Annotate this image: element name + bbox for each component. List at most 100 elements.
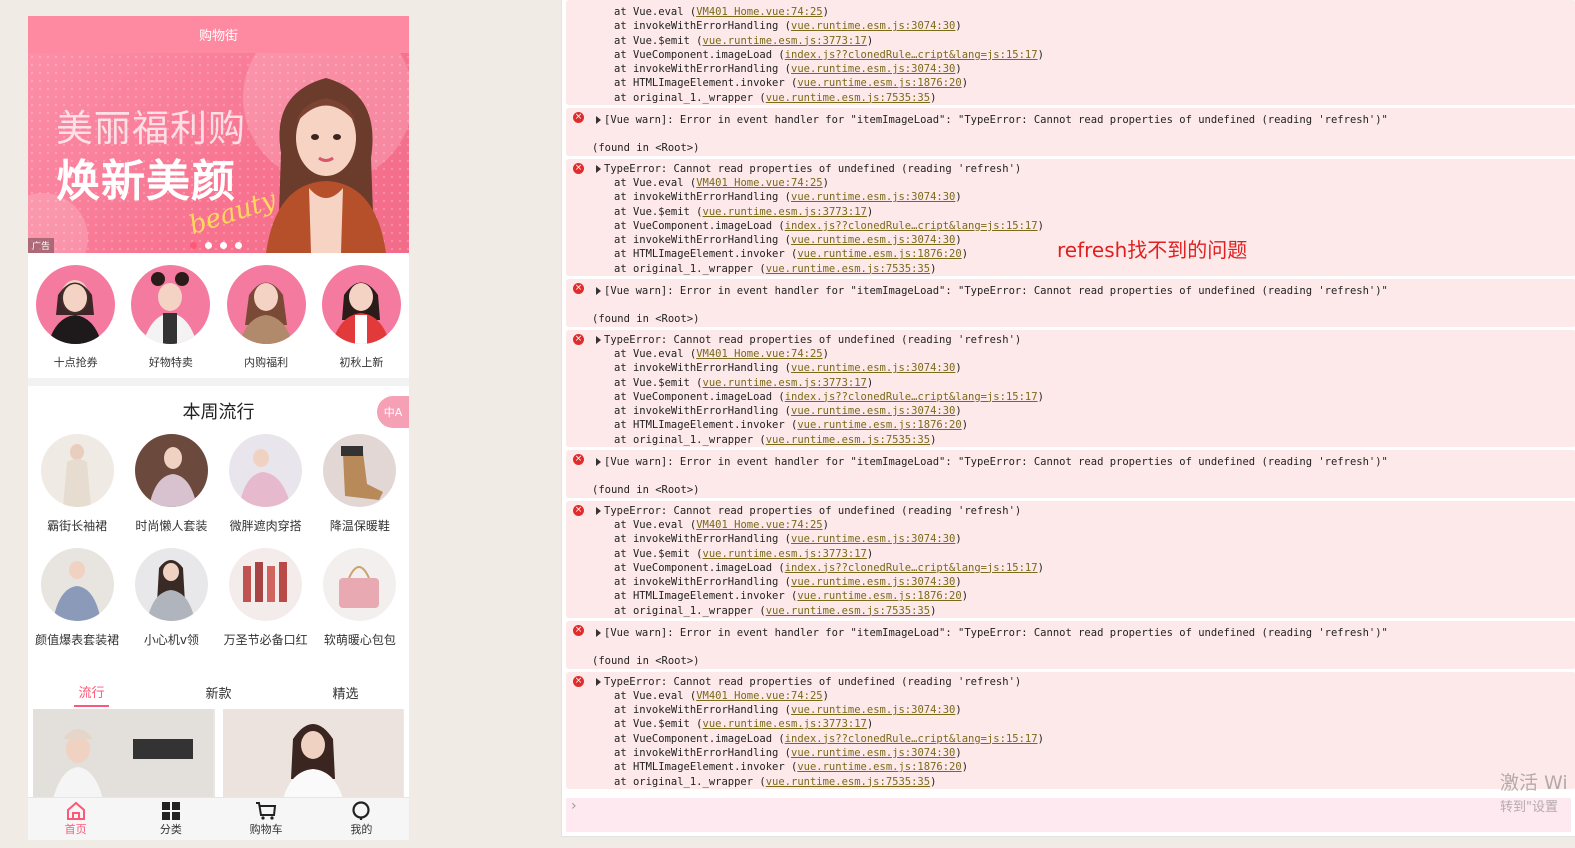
feature-item[interactable]: 万圣节必备口红 <box>219 542 313 648</box>
source-link[interactable]: vue.runtime.esm.js:7535:35 <box>766 434 930 446</box>
source-link[interactable]: vue.runtime.esm.js:3074:30 <box>791 362 955 374</box>
source-link[interactable]: vue.runtime.esm.js:3074:30 <box>791 747 955 759</box>
source-link[interactable]: vue.runtime.esm.js:3074:30 <box>791 20 955 32</box>
source-link[interactable]: vue.runtime.esm.js:7535:35 <box>766 605 930 617</box>
source-link[interactable]: vue.runtime.esm.js:3773:17 <box>703 377 867 389</box>
source-link[interactable]: index.js??clonedRule…cript&lang=js:15:17 <box>785 733 1038 745</box>
tab-sell[interactable]: 精选 <box>328 679 362 706</box>
source-link[interactable]: vue.runtime.esm.js:3773:17 <box>703 35 867 47</box>
nav-title: 购物街 <box>198 29 238 44</box>
source-link[interactable]: index.js??clonedRule…cript&lang=js:15:17 <box>785 49 1038 61</box>
expand-triangle-icon[interactable] <box>596 506 601 515</box>
source-link[interactable]: vue.runtime.esm.js:7535:35 <box>766 92 930 104</box>
banner-model-image <box>266 78 386 253</box>
source-link[interactable]: vue.runtime.esm.js:3773:17 <box>703 206 867 218</box>
source-link[interactable]: VM401 Home.vue:74:25 <box>696 690 822 702</box>
recommend-list: 十点抢券 好物特卖 内购福利 初秋上新 <box>28 253 409 386</box>
source-link[interactable]: vue.runtime.esm.js:1876:20 <box>797 590 961 602</box>
source-link[interactable]: vue.runtime.esm.js:3074:30 <box>791 576 955 588</box>
expand-triangle-icon[interactable] <box>596 458 601 467</box>
tabbar-profile[interactable]: 我的 <box>331 798 391 840</box>
console-warn-message[interactable]: × [Vue warn]: Error in event handler for … <box>566 108 1575 156</box>
source-link[interactable]: vue.runtime.esm.js:3074:30 <box>791 533 955 545</box>
expand-triangle-icon[interactable] <box>596 116 601 125</box>
error-icon: × <box>573 283 584 295</box>
recommend-image <box>131 265 211 344</box>
feature-item[interactable]: 霸街长袖裙 <box>30 428 124 534</box>
expand-triangle-icon[interactable] <box>596 164 601 173</box>
tab-pop[interactable]: 流行 <box>74 678 109 707</box>
feature-item[interactable]: 降温保暖鞋 <box>313 428 407 534</box>
recommend-image <box>321 265 401 344</box>
console-warn-message[interactable]: × [Vue warn]: Error in event handler for … <box>566 620 1575 669</box>
source-link[interactable]: index.js??clonedRule…cript&lang=js:15:17 <box>785 391 1038 403</box>
feature-item[interactable]: 微胖遮肉穿搭 <box>219 428 313 534</box>
source-link[interactable]: VM401 Home.vue:74:25 <box>696 348 822 360</box>
feature-item[interactable]: 小心机v领 <box>124 542 218 648</box>
stack-frame: at Vue.eval (VM401 Home.vue:74:25) <box>614 176 829 189</box>
banner-swiper[interactable]: 美丽福利购 焕新美颜 beauty 广告 <box>28 53 409 253</box>
stack-frame: at original_1._wrapper (vue.runtime.esm.… <box>614 775 937 788</box>
stack-frame: at VueComponent.imageLoad (index.js??clo… <box>614 219 1044 232</box>
source-link[interactable]: vue.runtime.esm.js:3074:30 <box>791 234 955 246</box>
feature-grid: 霸街长袖裙 时尚懒人套装 微胖遮肉穿搭 降温保暖鞋 颜值爆表套装裙 小心机v领 <box>28 428 409 648</box>
error-icon: × <box>573 162 584 174</box>
console-error-message[interactable]: × TypeError: Cannot read properties of un… <box>566 500 1575 618</box>
banner-line1: 美丽福利购 <box>56 107 246 150</box>
tabbar-home[interactable]: 首页 <box>46 798 106 840</box>
source-link[interactable]: index.js??clonedRule…cript&lang=js:15:17 <box>785 220 1038 232</box>
source-link[interactable]: vue.runtime.esm.js:3773:17 <box>703 548 867 560</box>
source-link[interactable]: vue.runtime.esm.js:1876:20 <box>797 248 961 260</box>
tabbar-cart[interactable]: 购物车 <box>236 798 296 840</box>
feature-label: 软萌暖心包包 <box>323 633 396 647</box>
source-link[interactable]: vue.runtime.esm.js:1876:20 <box>797 419 961 431</box>
recommend-item[interactable]: 十点抢券 <box>36 265 116 378</box>
source-link[interactable]: vue.runtime.esm.js:1876:20 <box>797 77 961 89</box>
source-link[interactable]: vue.runtime.esm.js:7535:35 <box>766 776 930 788</box>
console-warn-message[interactable]: × [Vue warn]: Error in event handler for … <box>566 279 1575 327</box>
stack-frame: at invokeWithErrorHandling (vue.runtime.… <box>614 362 962 375</box>
goods-item[interactable] <box>33 709 215 799</box>
tab-new[interactable]: 新款 <box>201 679 235 706</box>
console-error-message[interactable]: × TypeError: Cannot read properties of un… <box>566 671 1575 789</box>
feature-item[interactable]: 软萌暖心包包 <box>313 542 407 648</box>
profile-icon <box>352 801 370 820</box>
console-error-message[interactable]: × TypeError: Cannot read properties of un… <box>566 329 1575 448</box>
expand-triangle-icon[interactable] <box>596 628 601 637</box>
recommend-item[interactable]: 内购福利 <box>226 265 306 378</box>
source-link[interactable]: VM401 Home.vue:74:25 <box>696 6 822 18</box>
expand-triangle-icon[interactable] <box>596 677 601 686</box>
source-link[interactable]: VM401 Home.vue:74:25 <box>696 519 822 531</box>
console-warn-message[interactable]: × [Vue warn]: Error in event handler for … <box>566 450 1575 498</box>
source-link[interactable]: vue.runtime.esm.js:7535:35 <box>766 263 930 275</box>
recommend-item[interactable]: 好物特卖 <box>131 265 211 378</box>
stack-frame: at invokeWithErrorHandling (vue.runtime.… <box>614 405 962 418</box>
feature-item[interactable]: 颜值爆表套装裙 <box>30 542 124 648</box>
source-link[interactable]: vue.runtime.esm.js:1876:20 <box>797 761 961 773</box>
cart-icon <box>256 802 277 820</box>
source-link[interactable]: VM401 Home.vue:74:25 <box>696 177 822 189</box>
source-link[interactable]: vue.runtime.esm.js:3773:17 <box>703 718 867 730</box>
goods-item[interactable] <box>222 709 404 799</box>
expand-triangle-icon[interactable] <box>596 287 601 296</box>
tabbar-category[interactable]: 分类 <box>141 798 201 840</box>
feature-item[interactable]: 时尚懒人套装 <box>124 428 218 534</box>
source-link[interactable]: vue.runtime.esm.js:3074:30 <box>791 191 955 203</box>
source-link[interactable]: vue.runtime.esm.js:3074:30 <box>791 704 955 716</box>
feature-label: 微胖遮肉穿搭 <box>229 519 302 533</box>
error-icon: × <box>573 504 584 516</box>
recommend-item[interactable]: 初秋上新 <box>321 265 401 378</box>
found-in-root: (found in <Root>) <box>592 484 700 497</box>
expand-triangle-icon[interactable] <box>596 335 601 344</box>
source-link[interactable]: vue.runtime.esm.js:3074:30 <box>791 63 955 75</box>
swiper-indicator[interactable] <box>190 242 242 249</box>
stack-frame: at HTMLImageElement.invoker (vue.runtime… <box>614 590 969 603</box>
translate-toggle-button[interactable]: 中A <box>377 396 409 428</box>
source-link[interactable]: index.js??clonedRule…cript&lang=js:15:17 <box>785 562 1038 574</box>
stack-frame: at Vue.$emit (vue.runtime.esm.js:3773:17… <box>614 547 874 560</box>
stack-frame: at invokeWithErrorHandling (vue.runtime.… <box>614 576 962 589</box>
feature-image <box>229 548 303 621</box>
console-input[interactable]: › <box>566 798 1571 832</box>
source-link[interactable]: vue.runtime.esm.js:3074:30 <box>791 405 955 417</box>
stack-frame: at HTMLImageElement.invoker (vue.runtime… <box>614 77 969 90</box>
